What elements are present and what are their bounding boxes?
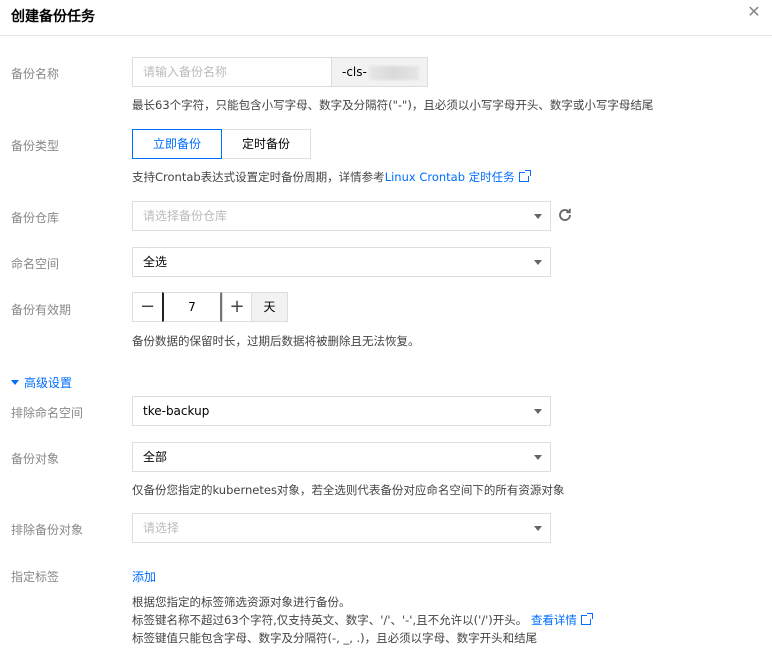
backup-repo-placeholder: 请选择备份仓库 [143,209,228,223]
backup-name-input[interactable] [132,57,332,87]
backup-repo-select[interactable]: 请选择备份仓库 [132,201,551,231]
labels-hint-3: 标签键值只能包含字母、数字及分隔符(-, _, .)，且必须以字母、数字开头和结… [132,631,538,645]
retention-label: 备份有效期 [11,303,72,317]
backup-name-hint: 最长63个字符，只能包含小写字母、数字及分隔符("-")，且必须以小写字母开头、… [132,98,654,112]
advanced-settings-label: 高级设置 [24,376,73,390]
namespace-value: 全选 [143,255,168,269]
external-link-icon[interactable] [518,170,531,182]
chevron-down-icon [534,455,542,460]
retention-unit: 天 [252,292,288,322]
backup-type-label: 备份类型 [11,139,60,153]
exclude-namespace-select[interactable]: tke-backup [132,396,551,426]
advanced-settings-toggle[interactable]: 高级设置 [11,374,72,391]
retention-hint: 备份数据的保留时长，过期后数据将被删除且无法恢复。 [132,334,420,348]
backup-objects-value: 全部 [143,450,168,464]
backup-name-suffix-text: -cls- [342,65,367,79]
backup-objects-select[interactable]: 全部 [132,442,551,472]
view-details-link[interactable]: 查看详情 [531,613,577,627]
namespace-select[interactable]: 全选 [132,247,551,277]
dialog-title: 创建备份任务 [11,9,95,25]
exclude-namespace-value: tke-backup [143,404,210,418]
chevron-down-icon [534,260,542,265]
backup-name-label: 备份名称 [11,67,60,81]
labels-label: 指定标签 [11,570,60,584]
labels-hint-2-text: 标签键名称不超过63个字符,仅支持英文、数字、'/'、'-',且不允许以('/'… [132,613,528,627]
refresh-icon[interactable] [557,207,573,223]
backup-type-scheduled[interactable]: 定时备份 [221,129,311,159]
backup-type-hint-text: 支持Crontab表达式设置定时备份周期，详情参考 [132,170,385,184]
chevron-down-icon [534,526,542,531]
backup-objects-hint: 仅备份您指定的kubernetes对象，若全选则代表备份对应命名空间下的所有资源… [132,483,565,497]
external-link-icon[interactable] [580,613,593,625]
cluster-id-redacted [368,65,419,80]
labels-hint-1: 根据您指定的标签筛选资源对象进行备份。 [132,595,351,609]
dialog-header: 创建备份任务 ✕ [0,0,772,36]
backup-objects-label: 备份对象 [11,452,60,466]
exclude-namespace-label: 排除命名空间 [11,406,84,420]
increment-button[interactable]: + [222,292,252,322]
chevron-down-icon [534,214,542,219]
caret-down-icon [11,380,19,385]
backup-type-immediate[interactable]: 立即备份 [132,129,222,159]
add-label-link[interactable]: 添加 [132,568,156,585]
decrement-button[interactable]: − [132,292,162,322]
crontab-docs-link[interactable]: Linux Crontab 定时任务 [385,170,515,184]
retention-value-input[interactable] [162,292,222,322]
backup-type-hint: 支持Crontab表达式设置定时备份周期，详情参考Linux Crontab 定… [132,169,531,185]
chevron-down-icon [534,409,542,414]
exclude-objects-select[interactable]: 请选择 [132,513,551,543]
close-icon[interactable]: ✕ [744,2,764,22]
exclude-objects-placeholder: 请选择 [143,521,180,535]
namespace-label: 命名空间 [11,257,60,271]
backup-name-suffix: -cls- [332,57,428,87]
labels-hint-2: 标签键名称不超过63个字符,仅支持英文、数字、'/'、'-',且不允许以('/'… [132,612,593,628]
exclude-objects-label: 排除备份对象 [11,523,84,537]
retention-stepper: − + 天 [132,292,288,322]
backup-repo-label: 备份仓库 [11,211,60,225]
